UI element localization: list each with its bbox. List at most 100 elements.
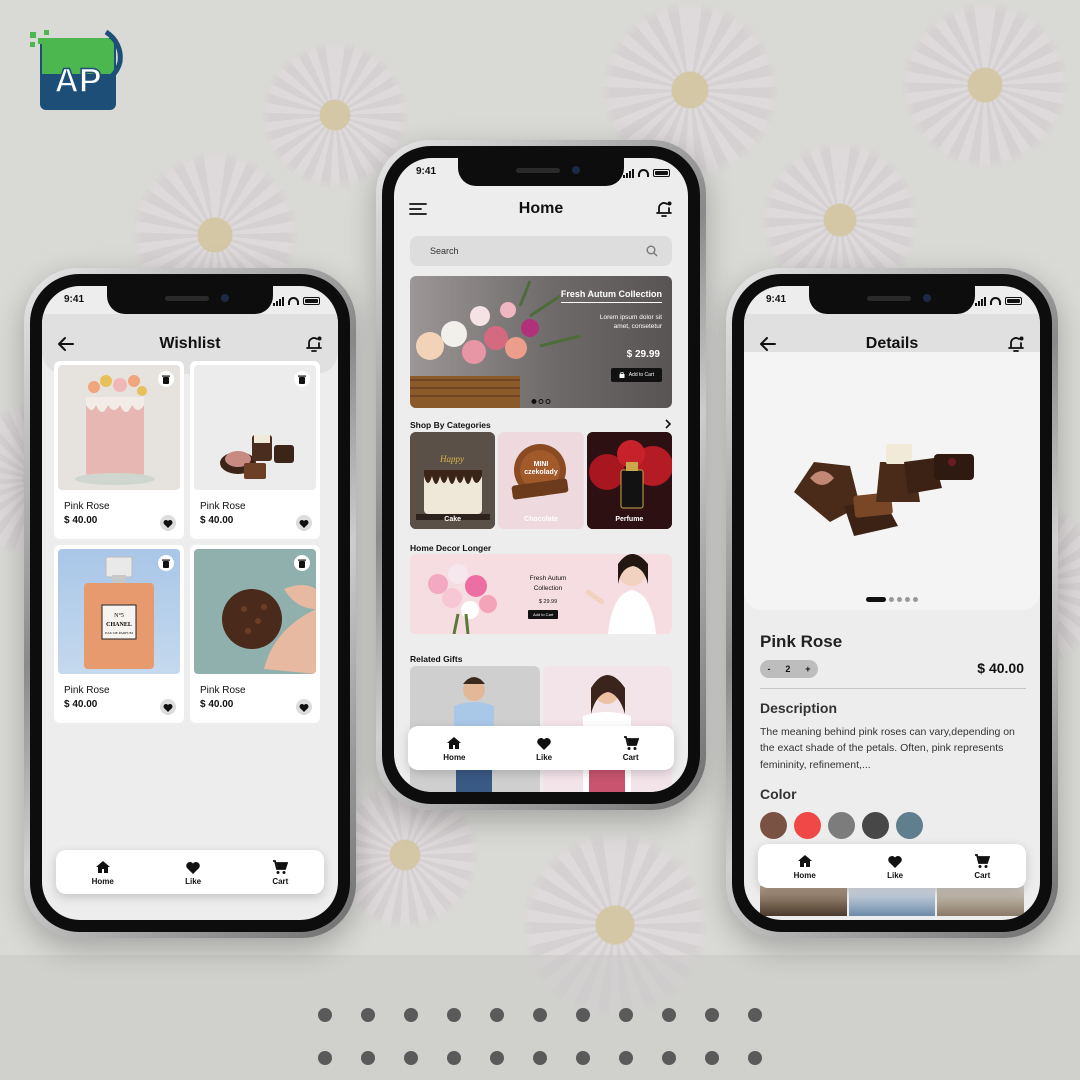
heart-icon[interactable] [296, 699, 312, 715]
bell-icon[interactable] [1006, 334, 1026, 354]
bottom-nav: Home Like Cart [758, 844, 1026, 888]
section-title: Home Decor Longer [410, 543, 492, 553]
related-image[interactable] [937, 886, 1025, 916]
decor-title: Fresh Autum Collection [529, 575, 567, 592]
phone-details: 9:41 Details Pink Rose - 2 + $ 40.00 Des… [726, 268, 1058, 938]
nav-cart-label: Cart [974, 870, 991, 880]
wishlist-card[interactable]: Pink Rose $ 40.00 [190, 545, 320, 723]
add-to-cart-label: Add to Cart [628, 372, 654, 378]
nav-cart[interactable]: Cart [623, 735, 639, 762]
search-icon[interactable] [646, 245, 658, 257]
wishlist-card[interactable]: N°5 CHANEL EAU DE PARFUM Pink Rose $ 40.… [54, 545, 184, 723]
page-title: Home [518, 200, 564, 217]
woman-model-image [585, 554, 656, 634]
perfume-image [586, 432, 672, 529]
nav-cart[interactable]: Cart [974, 853, 990, 880]
wifi-icon [288, 297, 299, 305]
decor-add-to-cart-button[interactable]: Add to Cart [528, 610, 559, 619]
color-swatch-red[interactable] [794, 812, 821, 839]
wifi-icon [638, 169, 649, 177]
trash-icon[interactable] [294, 371, 310, 387]
home-header: Home [394, 186, 688, 232]
product-image[interactable] [744, 352, 1040, 610]
signal-icon [273, 296, 284, 306]
nav-like[interactable]: Like [185, 859, 201, 886]
related-image[interactable] [760, 886, 847, 916]
banner-pagination[interactable] [531, 399, 551, 404]
decrement-button[interactable]: - [767, 664, 770, 674]
svg-text:EAU DE PARFUM: EAU DE PARFUM [105, 631, 134, 635]
search-input[interactable]: Search [410, 236, 672, 266]
trash-icon[interactable] [294, 555, 310, 571]
details-screen: 9:41 Details Pink Rose - 2 + $ 40.00 Des… [744, 286, 1040, 920]
product-name: Pink Rose [760, 632, 843, 651]
heart-icon[interactable] [160, 515, 176, 531]
section-title: Related Gifts [410, 654, 463, 664]
svg-text:Happy: Happy [439, 454, 464, 464]
divider [760, 688, 1026, 689]
color-swatch-charcoal[interactable] [862, 812, 889, 839]
arrow-left-icon[interactable] [56, 334, 76, 354]
section-title: Shop By Categories [410, 420, 491, 430]
chevron-right-icon[interactable] [664, 419, 672, 429]
wishlist-card[interactable]: Pink Rose $ 40.00 [54, 361, 184, 539]
home-decor-banner[interactable]: Fresh Autum Collection $ 29.99 Add to Ca… [410, 554, 672, 634]
nav-home[interactable]: Home [443, 735, 466, 762]
status-time: 9:41 [766, 294, 787, 305]
chocolate-badge-line2: czekolady [524, 468, 558, 476]
bottom-nav: Home Like Cart [408, 726, 674, 770]
category-card-cake[interactable]: Happy Cake [410, 432, 496, 529]
nav-like[interactable]: Like [887, 853, 903, 880]
image-pagination[interactable] [866, 597, 918, 602]
nav-home[interactable]: Home [794, 853, 816, 880]
nav-like-label: Like [536, 752, 553, 762]
promo-banner[interactable]: Fresh Autum Collection Lorem ipsum dolor… [410, 276, 672, 408]
banner-subtitle: Lorem ipsum dolor sit amet, consetetur [599, 314, 662, 331]
related-image[interactable] [848, 886, 936, 916]
nav-like-label: Like [185, 876, 202, 886]
decor-price: $ 29.99 [538, 599, 558, 605]
home-icon [447, 736, 462, 749]
bottom-nav: Home Like Cart [56, 850, 324, 894]
banner-title: Fresh Autum Collection [560, 289, 662, 303]
color-swatch-slate[interactable] [896, 812, 923, 839]
ap-logo-icon: AP [30, 29, 123, 110]
banner-price: $ 29.99 [626, 349, 660, 360]
nav-cart[interactable]: Cart [272, 859, 288, 886]
color-title: Color [760, 786, 797, 802]
arrow-left-icon[interactable] [758, 334, 778, 354]
battery-icon [653, 169, 670, 177]
nav-home[interactable]: Home [92, 859, 114, 886]
wifi-icon [990, 297, 1001, 305]
chocolate-truffle-image [194, 549, 316, 674]
color-swatch-brown[interactable] [760, 812, 787, 839]
category-label: Chocolate [524, 516, 558, 523]
page-title: Wishlist [159, 335, 221, 352]
battery-icon [1005, 297, 1022, 305]
heart-icon[interactable] [296, 515, 312, 531]
bell-icon[interactable] [304, 334, 324, 354]
product-name: Pink Rose [64, 685, 110, 696]
trash-icon[interactable] [158, 371, 174, 387]
increment-button[interactable]: + [805, 664, 810, 674]
wishlist-card[interactable]: Pink Rose $ 40.00 [190, 361, 320, 539]
wishlist-screen: 9:41 Wishlist Pink Rose $ 40.00 Pink Ros… [42, 286, 338, 920]
chocolate-image [498, 432, 584, 529]
cart-icon [273, 859, 289, 874]
trash-icon[interactable] [158, 555, 174, 571]
heart-icon[interactable] [160, 699, 176, 715]
quantity-stepper: - 2 + [760, 660, 818, 678]
phone-wishlist: 9:41 Wishlist Pink Rose $ 40.00 Pink Ros… [24, 268, 356, 938]
category-card-chocolate[interactable]: MINI czekolady Chocolate [498, 432, 584, 529]
add-to-cart-button[interactable]: Add to Cart [610, 368, 662, 382]
bell-icon[interactable] [654, 199, 674, 219]
color-swatch-gray[interactable] [828, 812, 855, 839]
nav-home-label: Home [91, 876, 114, 886]
page-title: Details [865, 335, 919, 352]
menu-icon[interactable] [408, 199, 428, 219]
phone-notch [458, 158, 624, 186]
product-name: Pink Rose [200, 685, 246, 696]
nav-like[interactable]: Like [536, 735, 552, 762]
product-name: Pink Rose [64, 501, 110, 512]
category-card-perfume[interactable]: Perfume [586, 432, 672, 529]
